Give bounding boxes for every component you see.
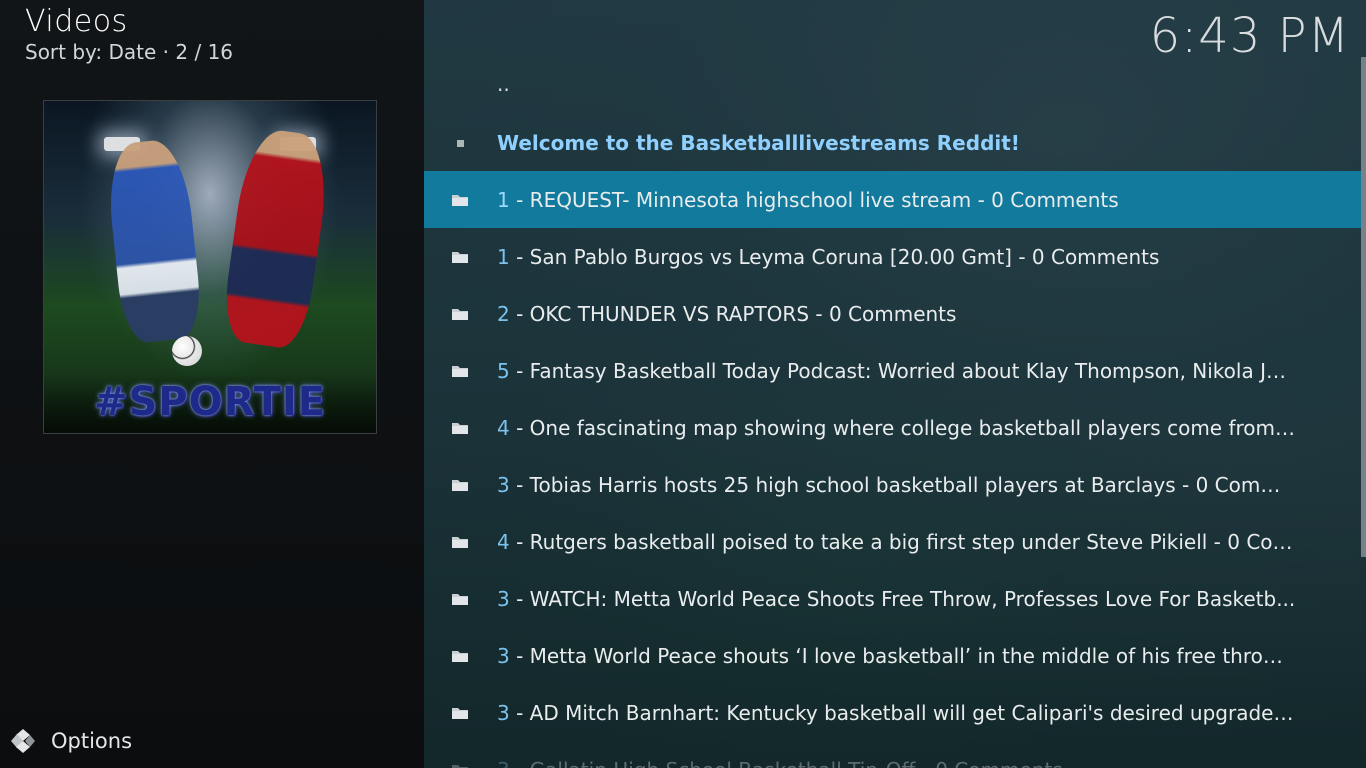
- post-title: - Rutgers basketball poised to take a bi…: [509, 529, 1297, 554]
- comment-count: 2: [497, 301, 510, 326]
- sort-info: Sort by: Date · 2 / 16: [25, 40, 234, 64]
- folder-icon: [452, 308, 468, 320]
- list-item-label: 3 - WATCH: Metta World Peace Shoots Free…: [497, 587, 1297, 611]
- list-item[interactable]: 2 - OKC THUNDER VS RAPTORS - 0 Comments: [424, 285, 1361, 342]
- list-scrollbar[interactable]: [1361, 57, 1366, 557]
- options-button[interactable]: Options: [10, 726, 132, 756]
- list-item-label: 5 - Fantasy Basketball Today Podcast: Wo…: [497, 359, 1297, 383]
- left-info-panel: Videos Sort by: Date · 2 / 16 #SPORTIE O…: [0, 0, 424, 768]
- list-item-label: 3 - Gallatin High School Basketball Tip-…: [497, 758, 1297, 768]
- comment-count: 3: [497, 643, 510, 668]
- player-red-kit: [219, 126, 334, 351]
- post-title: - Gallatin High School Basketball Tip-Of…: [510, 758, 1063, 768]
- welcome-label: Welcome to the Basketballlivestreams Red…: [497, 130, 1020, 155]
- list-item-label: 3 - AD Mitch Barnhart: Kentucky basketba…: [497, 701, 1297, 725]
- list-item[interactable]: 5 - Fantasy Basketball Today Podcast: Wo…: [424, 342, 1361, 399]
- list-item-label: 1 - REQUEST- Minnesota highschool live s…: [497, 188, 1297, 212]
- list-item[interactable]: 4 - One fascinating map showing where co…: [424, 399, 1361, 456]
- addon-thumbnail: #SPORTIE: [43, 100, 377, 434]
- folder-icon: [452, 422, 468, 434]
- sportie-logo: #SPORTIE: [93, 379, 327, 425]
- post-title: - WATCH: Metta World Peace Shoots Free T…: [509, 586, 1296, 611]
- clock: 6:43 PM: [1149, 8, 1350, 64]
- comment-count: 4: [497, 529, 510, 554]
- comment-count: 3: [497, 758, 510, 768]
- folder-icon: [452, 764, 468, 768]
- folder-icon: [452, 593, 468, 605]
- list-item[interactable]: 3 - Gallatin High School Basketball Tip-…: [424, 741, 1361, 768]
- folder-icon: [452, 707, 468, 719]
- comment-count: 3: [497, 472, 510, 497]
- post-title: - AD Mitch Barnhart: Kentucky basketball…: [509, 700, 1297, 725]
- list-item[interactable]: 3 - Tobias Harris hosts 25 high school b…: [424, 456, 1361, 513]
- list-item-label: 2 - OKC THUNDER VS RAPTORS - 0 Comments: [497, 302, 1297, 326]
- player-blue-kit: [103, 137, 205, 345]
- list-item[interactable]: 1 - San Pablo Burgos vs Leyma Coruna [20…: [424, 228, 1361, 285]
- folder-icon: [452, 536, 468, 548]
- post-title: - San Pablo Burgos vs Leyma Coruna [20.0…: [509, 244, 1160, 269]
- list-item[interactable]: 3 - AD Mitch Barnhart: Kentucky basketba…: [424, 684, 1361, 741]
- comment-count: 4: [497, 415, 510, 440]
- list-item-label: 4 - Rutgers basketball poised to take a …: [497, 530, 1297, 554]
- comment-count: 5: [497, 358, 510, 383]
- post-title: - OKC THUNDER VS RAPTORS - 0 Comments: [509, 301, 957, 326]
- comment-count: 1: [497, 244, 510, 269]
- folder-icon: [452, 479, 468, 491]
- window-title: Videos: [25, 4, 128, 39]
- list-item-label: 1 - San Pablo Burgos vs Leyma Coruna [20…: [497, 245, 1297, 269]
- list-item[interactable]: 3 - WATCH: Metta World Peace Shoots Free…: [424, 570, 1361, 627]
- comment-count: 3: [497, 586, 510, 611]
- post-title: - REQUEST- Minnesota highschool live str…: [509, 187, 1119, 212]
- file-list: .. Welcome to the Basketballlivestreams …: [424, 57, 1361, 768]
- folder-icon: [452, 365, 468, 377]
- folder-icon: [452, 194, 468, 206]
- comment-count: 3: [497, 700, 510, 725]
- list-item-label: 3 - Metta World Peace shouts ‘I love bas…: [497, 644, 1297, 668]
- post-title: - Tobias Harris hosts 25 high school bas…: [509, 472, 1297, 497]
- folder-icon: [452, 251, 468, 263]
- post-title: - One fascinating map showing where coll…: [509, 415, 1297, 440]
- post-title: - Fantasy Basketball Today Podcast: Worr…: [509, 358, 1297, 383]
- list-item[interactable]: 3 - Metta World Peace shouts ‘I love bas…: [424, 627, 1361, 684]
- list-item-label: 3 - Tobias Harris hosts 25 high school b…: [497, 473, 1297, 497]
- welcome-row[interactable]: Welcome to the Basketballlivestreams Red…: [424, 114, 1361, 171]
- comment-count: 1: [497, 187, 510, 212]
- soccer-ball: [172, 336, 202, 366]
- parent-folder-label: ..: [497, 72, 510, 96]
- options-icon: [11, 729, 35, 753]
- post-title: - Metta World Peace shouts ‘I love baske…: [509, 643, 1297, 668]
- parent-folder-row[interactable]: ..: [424, 57, 1361, 114]
- list-item[interactable]: 1 - REQUEST- Minnesota highschool live s…: [424, 171, 1361, 228]
- list-item-label: 4 - One fascinating map showing where co…: [497, 416, 1297, 440]
- list-item[interactable]: 4 - Rutgers basketball poised to take a …: [424, 513, 1361, 570]
- bullet-icon: [457, 139, 464, 147]
- kodi-video-browser: Videos Sort by: Date · 2 / 16 #SPORTIE O…: [0, 0, 1366, 768]
- options-label: Options: [51, 729, 133, 753]
- folder-icon: [452, 650, 468, 662]
